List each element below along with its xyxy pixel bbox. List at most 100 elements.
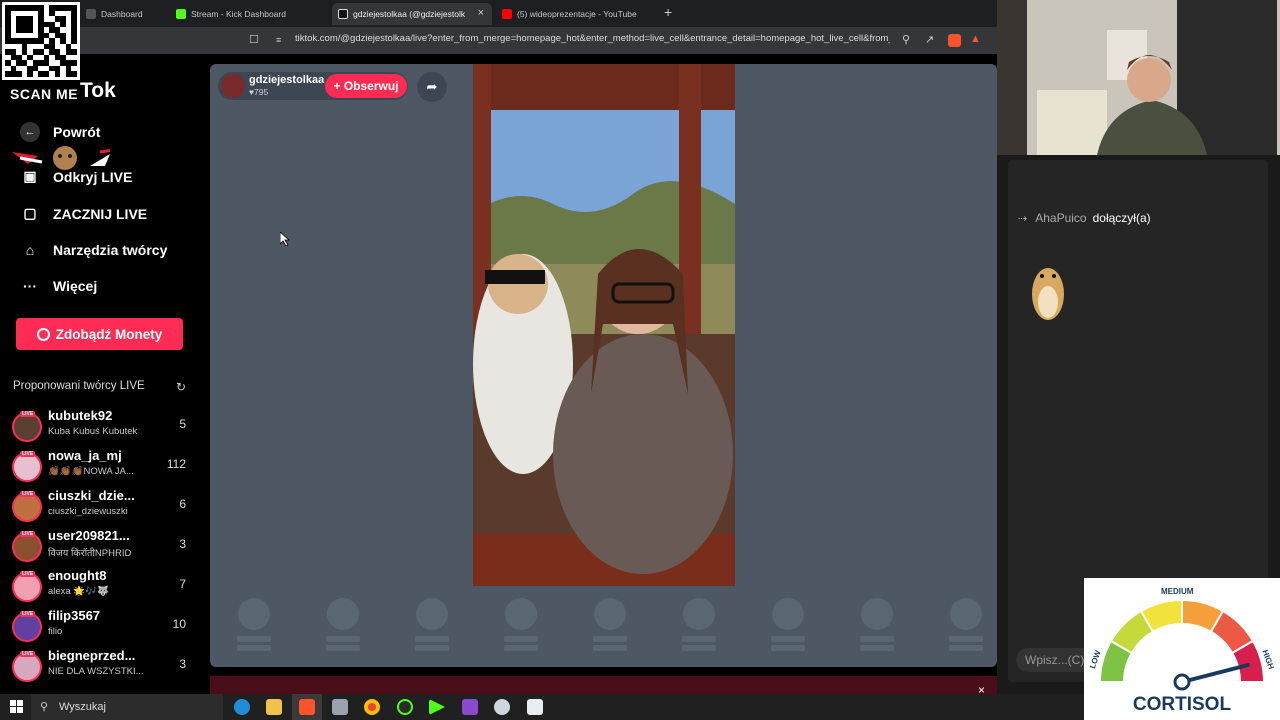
creator-avatar[interactable]: LIVE [12, 571, 42, 602]
screen: Dashboard Stream - Kick Dashboard gdziej… [0, 0, 1280, 720]
live-badge: LIVE [20, 531, 36, 537]
new-tab-button[interactable]: + [664, 4, 672, 20]
app-icon[interactable] [332, 699, 348, 715]
suggested-creators-heading: Proponowani twórcy LIVE [13, 380, 145, 392]
brave-icon[interactable] [299, 699, 315, 715]
live-badge: LIVE [20, 491, 36, 497]
creator-viewer-count: 112 [166, 457, 186, 471]
creator-name[interactable]: user209821... [48, 528, 130, 543]
gift-placeholder[interactable] [769, 598, 807, 654]
gift-placeholder[interactable] [858, 598, 896, 654]
creator-row[interactable]: LIVE biegneprzed... NIE DLA WSZYSTKI... 3 [10, 648, 200, 684]
url-field[interactable]: tiktok.com/@gdziejestolkaa/live?enter_fr… [295, 33, 890, 44]
gauge-dial [1098, 598, 1266, 691]
creator-avatar[interactable]: LIVE [12, 531, 42, 562]
coin-icon [36, 327, 50, 341]
site-info-icon[interactable]: ≡ [276, 35, 281, 45]
creator-name[interactable]: kubutek92 [48, 408, 112, 423]
gift-placeholder[interactable] [947, 598, 985, 654]
gift-placeholder[interactable] [502, 598, 540, 654]
creator-row[interactable]: LIVE kubutek92 Kuba Kubuś Kubutek 5 [10, 408, 200, 444]
brave-rewards-icon[interactable]: ▲ [970, 33, 981, 45]
live-badge: LIVE [20, 571, 36, 577]
tab-label: (5) wideoprezentacje - YouTube [517, 9, 637, 19]
live-video[interactable] [473, 64, 735, 586]
creator-name[interactable]: biegneprzed... [48, 648, 135, 663]
creator-viewer-count: 5 [179, 417, 186, 431]
tab-kick-dashboard[interactable]: Stream - Kick Dashboard [170, 3, 330, 25]
creator-row[interactable]: LIVE enought8 alexa 🌟🎶🐺 7 [10, 568, 200, 604]
share-icon[interactable]: ➦ [417, 72, 447, 102]
tab-favicon-icon [86, 9, 96, 19]
creator-avatar[interactable]: LIVE [12, 491, 42, 522]
tab-dashboard[interactable]: Dashboard [80, 3, 168, 25]
gift-placeholder[interactable] [591, 598, 629, 654]
gift-placeholder[interactable] [413, 598, 451, 654]
creator-avatar[interactable]: LIVE [12, 651, 42, 682]
gauge-label-medium: MEDIUM [1161, 587, 1194, 596]
window-icon[interactable] [527, 699, 543, 715]
creator-subtitle: filio [48, 626, 63, 637]
share-page-icon[interactable]: ↗ [925, 33, 934, 46]
gift-placeholder[interactable] [324, 598, 362, 654]
utility-icon[interactable] [494, 699, 510, 715]
sidebar-item-creator-tools[interactable]: ⌂ Narzędzia twórcy [20, 242, 168, 258]
creator-name[interactable]: enought8 [48, 568, 107, 583]
join-message: ⇢ AhaPuico dołączył(a) [1018, 211, 1151, 225]
file-explorer-icon[interactable] [266, 699, 282, 715]
chrome-icon[interactable] [364, 699, 380, 715]
follow-button[interactable]: + Obserwuj [325, 74, 407, 98]
streaming-app-icon[interactable] [462, 699, 478, 715]
host-avatar[interactable] [221, 74, 245, 98]
zoom-icon[interactable]: ⚲ [902, 33, 910, 46]
gauge-needle [1180, 663, 1250, 684]
obs-icon[interactable] [397, 699, 413, 715]
taskbar-search[interactable]: Wyszukaj [31, 694, 223, 720]
edge-icon[interactable] [234, 699, 250, 715]
get-coins-button[interactable]: Zdobądź Monety [16, 318, 183, 350]
back-link[interactable]: ← Powrót [20, 122, 100, 142]
brave-shield-icon[interactable] [948, 34, 961, 47]
creator-name[interactable]: nowa_ja_mj [48, 448, 122, 463]
creator-subtitle: alexa 🌟🎶🐺 [48, 586, 109, 597]
creator-subtitle: NIE DLA WSZYSTKI... [48, 666, 144, 677]
creator-viewer-count: 7 [179, 577, 186, 591]
creator-row[interactable]: LIVE user209821... विजय किरॉतीNPHRID 3 [10, 528, 200, 564]
creator-row[interactable]: LIVE nowa_ja_mj 👏🏾👏🏾👏🏾NOWA JA... 112 [10, 448, 200, 484]
more-icon: ··· [23, 278, 37, 294]
sidebar-item-go-live[interactable]: ▢ ZACZNIJ LIVE [20, 205, 147, 222]
lightbulb-icon: ⌂ [25, 242, 35, 258]
tiktok-icon [338, 9, 348, 19]
join-text: dołączył(a) [1092, 211, 1151, 225]
webcam-feed [997, 0, 1280, 155]
gift-placeholder[interactable] [235, 598, 273, 654]
creator-row[interactable]: LIVE ciuszki_dzie... ciuszki_dziewuszki 6 [10, 488, 200, 524]
camera-icon: ▢ [23, 205, 37, 221]
tab-label: gdziejestolkaa (@gdziejestolk [353, 9, 466, 19]
bookmark-icon[interactable]: ☐ [249, 33, 259, 46]
host-name[interactable]: gdziejestolkaa [249, 74, 324, 86]
tab-tiktok-live[interactable]: gdziejestolkaa (@gdziejestolk × [332, 3, 492, 25]
creator-avatar[interactable]: LIVE [12, 611, 42, 642]
sidebar-item-discover-live[interactable]: ▣ Odkryj LIVE [20, 168, 132, 185]
windows-start-icon[interactable] [10, 700, 23, 713]
creator-row[interactable]: LIVE filip3567 filio 10 [10, 608, 200, 644]
gift-placeholder[interactable] [680, 598, 718, 654]
creator-subtitle: Kuba Kubuś Kubutek [48, 426, 138, 437]
tab-label: Stream - Kick Dashboard [191, 9, 286, 19]
tv-icon: ▣ [23, 168, 37, 184]
creator-subtitle: ciuszki_dziewuszki [48, 506, 128, 517]
refresh-icon[interactable]: ↻ [176, 380, 186, 394]
creator-avatar[interactable]: LIVE [12, 411, 42, 442]
creator-subtitle: विजय किरॉतीNPHRID [48, 548, 132, 559]
creator-name[interactable]: ciuszki_dzie... [48, 488, 135, 503]
creator-avatar[interactable]: LIVE [12, 451, 42, 482]
creator-subtitle: 👏🏾👏🏾👏🏾NOWA JA... [48, 466, 134, 477]
creator-name[interactable]: filip3567 [48, 608, 100, 623]
join-username[interactable]: AhaPuico [1035, 211, 1086, 225]
tab-youtube[interactable]: (5) wideoprezentacje - YouTube [496, 3, 656, 25]
bottom-banner [210, 676, 997, 694]
sidebar-item-more[interactable]: ··· Więcej [20, 278, 97, 294]
mouse-cursor-icon [280, 232, 290, 246]
tab-close-icon[interactable]: × [478, 7, 484, 19]
